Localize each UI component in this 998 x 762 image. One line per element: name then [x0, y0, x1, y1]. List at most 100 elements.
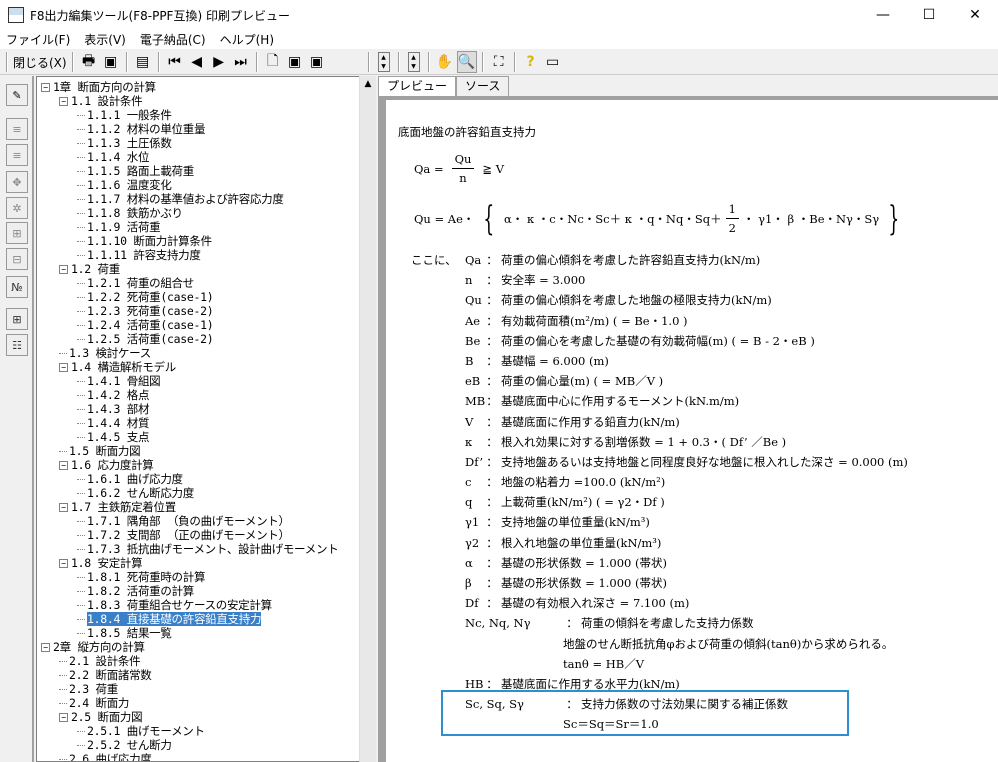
- move-icon[interactable]: ✥: [6, 171, 28, 193]
- collapse-icon[interactable]: −: [59, 503, 68, 512]
- tree-item[interactable]: 1.8.5 結果一覧: [77, 626, 172, 640]
- page-setup-icon[interactable]: ▤: [133, 51, 153, 73]
- tree-collapse-icon[interactable]: ⊟: [6, 248, 28, 270]
- help-icon[interactable]: ?: [521, 51, 541, 73]
- minimize-button[interactable]: —: [860, 0, 906, 30]
- tree-item[interactable]: 1.5 断面力図: [59, 444, 141, 458]
- tree-item[interactable]: 1.7.2 支間部 （正の曲げモーメント）: [77, 528, 290, 542]
- zoom-spin-arrows[interactable]: ▲ ▼: [407, 52, 420, 72]
- tree-item[interactable]: 2.5.1 曲げモーメント: [77, 724, 205, 738]
- tree-list-icon[interactable]: ☷: [6, 334, 28, 356]
- page-view-alt-icon[interactable]: ▣: [307, 51, 327, 73]
- page-spin-arrows[interactable]: ▲ ▼: [377, 52, 390, 72]
- collapse-icon[interactable]: −: [59, 265, 68, 274]
- tree-view-icon[interactable]: ⊞: [6, 308, 28, 330]
- tree-item[interactable]: 1.1.5 路面上載荷重: [77, 164, 194, 178]
- single-page-icon[interactable]: 🗋: [263, 51, 283, 73]
- prev-page-icon[interactable]: ◀: [187, 51, 207, 73]
- tree-item[interactable]: 2.1 設計条件: [59, 654, 141, 668]
- tree-item[interactable]: 2.4 断面力: [59, 696, 129, 710]
- indent-icon[interactable]: ≡: [6, 118, 28, 140]
- hand-icon[interactable]: ✋: [435, 51, 455, 73]
- tree-item[interactable]: 1.1.6 温度変化: [77, 178, 172, 192]
- tree-scrollbar[interactable]: ▲: [359, 76, 376, 762]
- tree-item[interactable]: 1.1.11 許容支持力度: [77, 248, 201, 262]
- tree-item[interactable]: 1.8.1 死荷重時の計算: [77, 570, 205, 584]
- tree-item[interactable]: 1.1.10 断面力計算条件: [77, 234, 212, 248]
- tree-item[interactable]: 1.6.2 せん断応力度: [77, 486, 194, 500]
- collapse-icon[interactable]: −: [41, 643, 50, 652]
- tree-item[interactable]: 1.1.2 材料の単位重量: [77, 122, 205, 136]
- tree-item[interactable]: −1.7 主鉄筋定着位置: [59, 500, 176, 514]
- tree-item[interactable]: 1.1.7 材料の基準値および許容応力度: [77, 192, 284, 206]
- page-number-stepper[interactable]: 101 ▲▼: [55, 52, 390, 660]
- tree-item[interactable]: −1.2 荷重: [59, 262, 120, 276]
- menu-file[interactable]: ファイル(F): [0, 31, 78, 48]
- outdent-icon[interactable]: ≡: [6, 144, 28, 166]
- save-icon[interactable]: ▣: [101, 51, 121, 73]
- tree-item[interactable]: 1.1.1 一般条件: [77, 108, 172, 122]
- tree-item[interactable]: 1.2.3 死荷重(case-2): [77, 304, 214, 318]
- tree-item[interactable]: 1.8.2 活荷重の計算: [77, 584, 194, 598]
- delete-icon[interactable]: ✲: [6, 197, 28, 219]
- tree-item[interactable]: 1.1.3 土圧係数: [77, 136, 172, 150]
- tree-item[interactable]: 1.4.3 部材: [77, 402, 149, 416]
- tree-item[interactable]: 1.2.5 活荷重(case-2): [77, 332, 214, 346]
- first-page-icon[interactable]: ⏮: [165, 51, 185, 73]
- next-page-icon[interactable]: ▶: [209, 51, 229, 73]
- tree-item[interactable]: 1.1.9 活荷重: [77, 220, 161, 234]
- numbering-icon[interactable]: №: [6, 276, 28, 298]
- tree-item[interactable]: 1.6.1 曲げ応力度: [77, 472, 183, 486]
- info-card-icon[interactable]: ▭: [543, 51, 563, 73]
- tree-item[interactable]: 1.7.1 隅角部 （負の曲げモーメント）: [77, 514, 290, 528]
- magnifier-icon[interactable]: 🔍: [456, 51, 477, 73]
- outline-tree[interactable]: −1章 断面方向の計算 −1.1 設計条件 1.1.1 一般条件 1.1.2 材料の単…: [36, 76, 360, 762]
- tree-item[interactable]: 1.2.2 死荷重(case-1): [77, 290, 214, 304]
- tree-item[interactable]: −1章 断面方向の計算: [41, 80, 156, 94]
- tree-item[interactable]: 1.3 検討ケース: [59, 346, 151, 360]
- menu-help[interactable]: ヘルプ(H): [214, 31, 282, 48]
- tree-item[interactable]: −1.8 安定計算: [59, 556, 143, 570]
- tree-item[interactable]: 1.7.3 抵抗曲げモーメント、設計曲げモーメント: [77, 542, 339, 556]
- tree-item[interactable]: 2.2 断面諸常数: [59, 668, 152, 682]
- page-view-icon[interactable]: ▣: [285, 51, 305, 73]
- collapse-icon[interactable]: −: [41, 83, 50, 92]
- tree-item[interactable]: −1.6 応力度計算: [59, 458, 154, 472]
- fit-page-icon[interactable]: ⛶: [489, 51, 509, 73]
- collapse-icon[interactable]: −: [59, 363, 68, 372]
- scroll-up-icon[interactable]: ▲: [360, 76, 376, 93]
- zoom-stepper[interactable]: 43 ▲▼: [55, 52, 420, 660]
- tree-item[interactable]: 1.4.4 材質: [77, 416, 149, 430]
- tree-item[interactable]: 1.4.1 骨組図: [77, 374, 161, 388]
- tree-item[interactable]: 1.1.4 水位: [77, 150, 149, 164]
- maximize-button[interactable]: ☐: [906, 0, 952, 30]
- tab-preview[interactable]: プレビュー: [378, 76, 457, 96]
- collapse-icon[interactable]: −: [59, 713, 68, 722]
- tree-item[interactable]: −2章 縦方向の計算: [41, 640, 145, 654]
- tree-item[interactable]: 1.4.5 支点: [77, 430, 149, 444]
- tree-item[interactable]: 1.2.4 活荷重(case-1): [77, 318, 214, 332]
- tree-item[interactable]: 2.5.2 せん断力: [77, 738, 172, 752]
- tree-expand-icon[interactable]: ⊞: [6, 222, 28, 244]
- menu-delivery[interactable]: 電子納品(C): [134, 31, 214, 48]
- tree-item[interactable]: 1.1.8 鉄筋かぶり: [77, 206, 183, 220]
- tree-item[interactable]: 1.4.2 格点: [77, 388, 149, 402]
- tree-item[interactable]: −1.1 設計条件: [59, 94, 143, 108]
- print-icon[interactable]: 🖶: [79, 51, 99, 73]
- tree-item[interactable]: −1.4 構造解析モデル: [59, 360, 176, 374]
- close-button[interactable]: 閉じる(X): [13, 51, 67, 73]
- tree-item[interactable]: 1.8.4 直接基礎の許容鉛直支持力: [77, 612, 261, 626]
- edit-pen-icon[interactable]: ✎: [6, 84, 28, 106]
- tab-source[interactable]: ソース: [456, 76, 510, 96]
- collapse-icon[interactable]: −: [59, 97, 68, 106]
- collapse-icon[interactable]: −: [59, 559, 68, 568]
- tree-item[interactable]: 2.3 荷重: [59, 682, 118, 696]
- collapse-icon[interactable]: −: [59, 461, 68, 470]
- tree-item[interactable]: −2.5 断面力図: [59, 710, 143, 724]
- tree-item[interactable]: 2.6 曲げ応力度: [59, 752, 152, 761]
- menu-view[interactable]: 表示(V): [78, 31, 134, 48]
- tree-item[interactable]: 1.8.3 荷重組合せケースの安定計算: [77, 598, 272, 612]
- tree-item[interactable]: 1.2.1 荷重の組合せ: [77, 276, 194, 290]
- close-window-button[interactable]: ✕: [952, 0, 998, 30]
- last-page-icon[interactable]: ⏭: [231, 51, 251, 73]
